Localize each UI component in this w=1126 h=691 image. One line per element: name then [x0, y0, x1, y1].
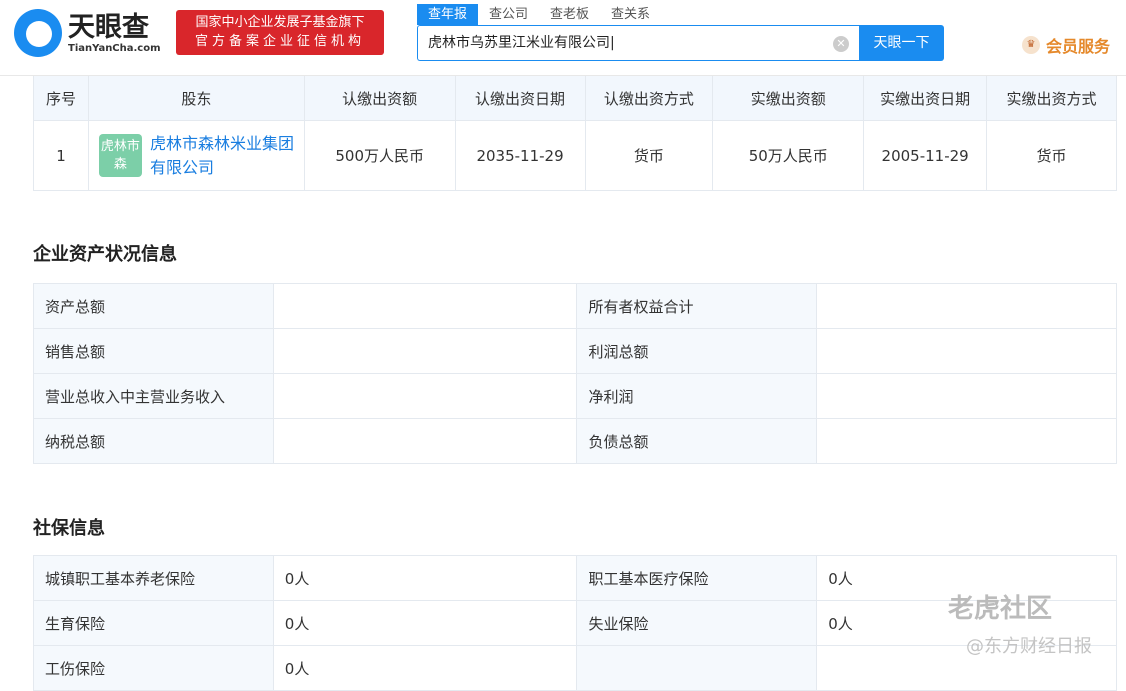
field-value: [272, 328, 578, 374]
search-input[interactable]: 虎林市乌苏里江米业有限公司| ✕: [417, 25, 859, 61]
search-button[interactable]: 天眼一下: [859, 25, 944, 61]
tab-annual-report[interactable]: 查年报: [417, 4, 479, 25]
field-label: 销售总额: [33, 328, 274, 374]
badge-line-1: 国家中小企业发展子基金旗下: [195, 15, 365, 30]
subscribed-date: 2035-11-29: [454, 120, 586, 191]
top-header: 天眼查 TianYanCha.com 国家中小企业发展子基金旗下 官方备案企业征…: [0, 0, 1126, 76]
field-value: [816, 373, 1117, 419]
logo-text: 天眼查: [68, 11, 149, 43]
watermark-source: @东方财经日报: [966, 636, 1092, 657]
search-value: 虎林市乌苏里江米业有限公司: [428, 35, 610, 51]
assets-table: 资产总额 所有者权益合计 销售总额 利润总额 营业总收入中主营业务收入 净利润 纳税总…: [33, 283, 1117, 464]
field-label: 所有者权益合计: [576, 283, 818, 329]
field-value: 0人: [272, 600, 578, 646]
field-label: 营业总收入中主营业务收入: [33, 373, 274, 419]
field-value: [272, 283, 578, 329]
tianyancha-logo[interactable]: 天眼查 TianYanCha.com: [14, 9, 161, 57]
paid-amount: 50万人民币: [712, 120, 865, 191]
field-label: [576, 645, 818, 691]
field-label: 工伤保险: [33, 645, 274, 691]
column-header: 认缴出资额: [303, 75, 456, 121]
paid-method: 货币: [986, 120, 1117, 191]
tab-boss[interactable]: 查老板: [539, 4, 600, 25]
field-label: 净利润: [576, 373, 818, 419]
watermark-community: 老虎社区: [948, 594, 1053, 624]
field-label: 失业保险: [576, 600, 818, 646]
shareholder-table: 序号 股东 认缴出资额 认缴出资日期 认缴出资方式 实缴出资额 实缴出资日期 实…: [33, 75, 1117, 191]
field-label: 利润总额: [576, 328, 818, 374]
subscribed-amount: 500万人民币: [303, 120, 456, 191]
field-value: 0人: [272, 555, 578, 601]
vip-label: 会员服务: [1046, 37, 1111, 56]
field-value: [816, 418, 1117, 464]
row-number: 1: [33, 120, 89, 191]
field-value: [272, 373, 578, 419]
badge-line-2: 官方备案企业征信机构: [194, 34, 365, 49]
column-header: 认缴出资日期: [454, 75, 586, 121]
table-row: 纳税总额 负债总额: [33, 418, 1117, 464]
vip-service-link[interactable]: ♛ 会员服务: [1022, 33, 1110, 57]
table-row: 1 虎林市森 虎林市森林米业集团有限公司 500万人民币 2035-11-29 …: [33, 120, 1117, 191]
tab-company[interactable]: 查公司: [478, 4, 539, 25]
shareholder-cell: 虎林市森 虎林市森林米业集团有限公司: [87, 120, 305, 191]
column-header: 实缴出资方式: [986, 75, 1117, 121]
shareholder-link[interactable]: 虎林市森林米业集团有限公司: [150, 132, 304, 180]
table-row: 工伤保险 0人: [33, 645, 1117, 691]
crown-icon: ♛: [1022, 36, 1040, 54]
field-label: 资产总额: [33, 283, 274, 329]
logo-icon: [14, 9, 62, 57]
table-row: 销售总额 利润总额: [33, 328, 1117, 374]
paid-date: 2005-11-29: [863, 120, 988, 191]
logo-domain: TianYanCha.com: [68, 42, 161, 54]
field-value: 0人: [272, 645, 578, 691]
column-header: 序号: [33, 75, 89, 121]
table-header-row: 序号 股东 认缴出资额 认缴出资日期 认缴出资方式 实缴出资额 实缴出资日期 实…: [33, 75, 1117, 121]
tab-relation[interactable]: 查关系: [600, 4, 661, 25]
field-label: 生育保险: [33, 600, 274, 646]
field-label: 城镇职工基本养老保险: [33, 555, 274, 601]
subscribed-method: 货币: [584, 120, 714, 191]
field-label: 职工基本医疗保险: [576, 555, 818, 601]
column-header: 实缴出资额: [712, 75, 865, 121]
section-title-social-insurance: 社保信息: [33, 518, 105, 539]
clear-icon[interactable]: ✕: [833, 36, 849, 52]
section-title-assets: 企业资产状况信息: [33, 244, 177, 265]
field-value: [272, 418, 578, 464]
search-tabs: 查年报 查公司 查老板 查关系: [417, 4, 661, 25]
table-row: 营业总收入中主营业务收入 净利润: [33, 373, 1117, 419]
shareholder-avatar: 虎林市森: [98, 134, 142, 177]
column-header: 认缴出资方式: [584, 75, 714, 121]
field-label: 纳税总额: [33, 418, 274, 464]
field-value: [816, 283, 1117, 329]
column-header: 实缴出资日期: [863, 75, 988, 121]
official-badge: 国家中小企业发展子基金旗下 官方备案企业征信机构: [176, 10, 384, 55]
field-value: [816, 328, 1117, 374]
column-header: 股东: [87, 75, 305, 121]
table-row: 资产总额 所有者权益合计: [33, 283, 1117, 329]
field-label: 负债总额: [576, 418, 818, 464]
